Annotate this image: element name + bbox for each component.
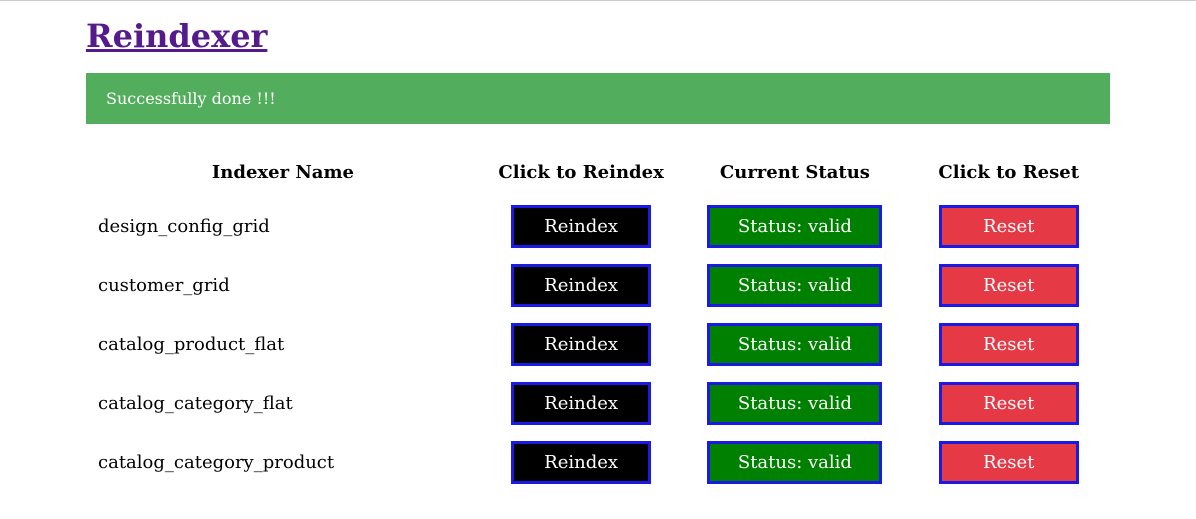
status-badge: Status: valid <box>707 382 882 425</box>
reset-button[interactable]: Reset <box>939 323 1079 366</box>
reindex-button[interactable]: Reindex <box>511 382 651 425</box>
indexer-name: catalog_category_product <box>86 441 480 484</box>
success-alert: Successfully done !!! <box>86 73 1110 124</box>
table-row: customer_grid Reindex Status: valid Reset <box>86 264 1110 307</box>
status-badge: Status: valid <box>707 441 882 484</box>
table-row: catalog_product_flat Reindex Status: valid… <box>86 323 1110 366</box>
reindex-button[interactable]: Reindex <box>511 323 651 366</box>
status-badge: Status: valid <box>707 205 882 248</box>
indexer-table: Indexer Name Click to Reindex Current St… <box>86 140 1110 500</box>
page-title: Reindexer <box>86 17 1110 55</box>
indexer-name: catalog_category_flat <box>86 382 480 425</box>
status-badge: Status: valid <box>707 264 882 307</box>
reset-button[interactable]: Reset <box>939 382 1079 425</box>
table-row: catalog_category_product Reindex Status: v… <box>86 441 1110 484</box>
indexer-name: customer_grid <box>86 264 480 307</box>
reset-button[interactable]: Reset <box>939 264 1079 307</box>
indexer-name: catalog_product_flat <box>86 323 480 366</box>
reset-button[interactable]: Reset <box>939 441 1079 484</box>
col-click-reindex: Click to Reindex <box>480 156 683 189</box>
col-current-status: Current Status <box>682 156 907 189</box>
page-title-link[interactable]: Reindexer <box>86 17 267 55</box>
table-row: design_config_grid Reindex Status: valid Re… <box>86 205 1110 248</box>
success-alert-text: Successfully done !!! <box>106 89 276 108</box>
indexer-name: design_config_grid <box>86 205 480 248</box>
col-click-reset: Click to Reset <box>907 156 1110 189</box>
table-header-row: Indexer Name Click to Reindex Current St… <box>86 156 1110 189</box>
reindex-button[interactable]: Reindex <box>511 441 651 484</box>
table-row: catalog_category_flat Reindex Status: vali… <box>86 382 1110 425</box>
reindex-button[interactable]: Reindex <box>511 205 651 248</box>
status-badge: Status: valid <box>707 323 882 366</box>
reindex-button[interactable]: Reindex <box>511 264 651 307</box>
col-indexer-name: Indexer Name <box>86 156 480 189</box>
reset-button[interactable]: Reset <box>939 205 1079 248</box>
